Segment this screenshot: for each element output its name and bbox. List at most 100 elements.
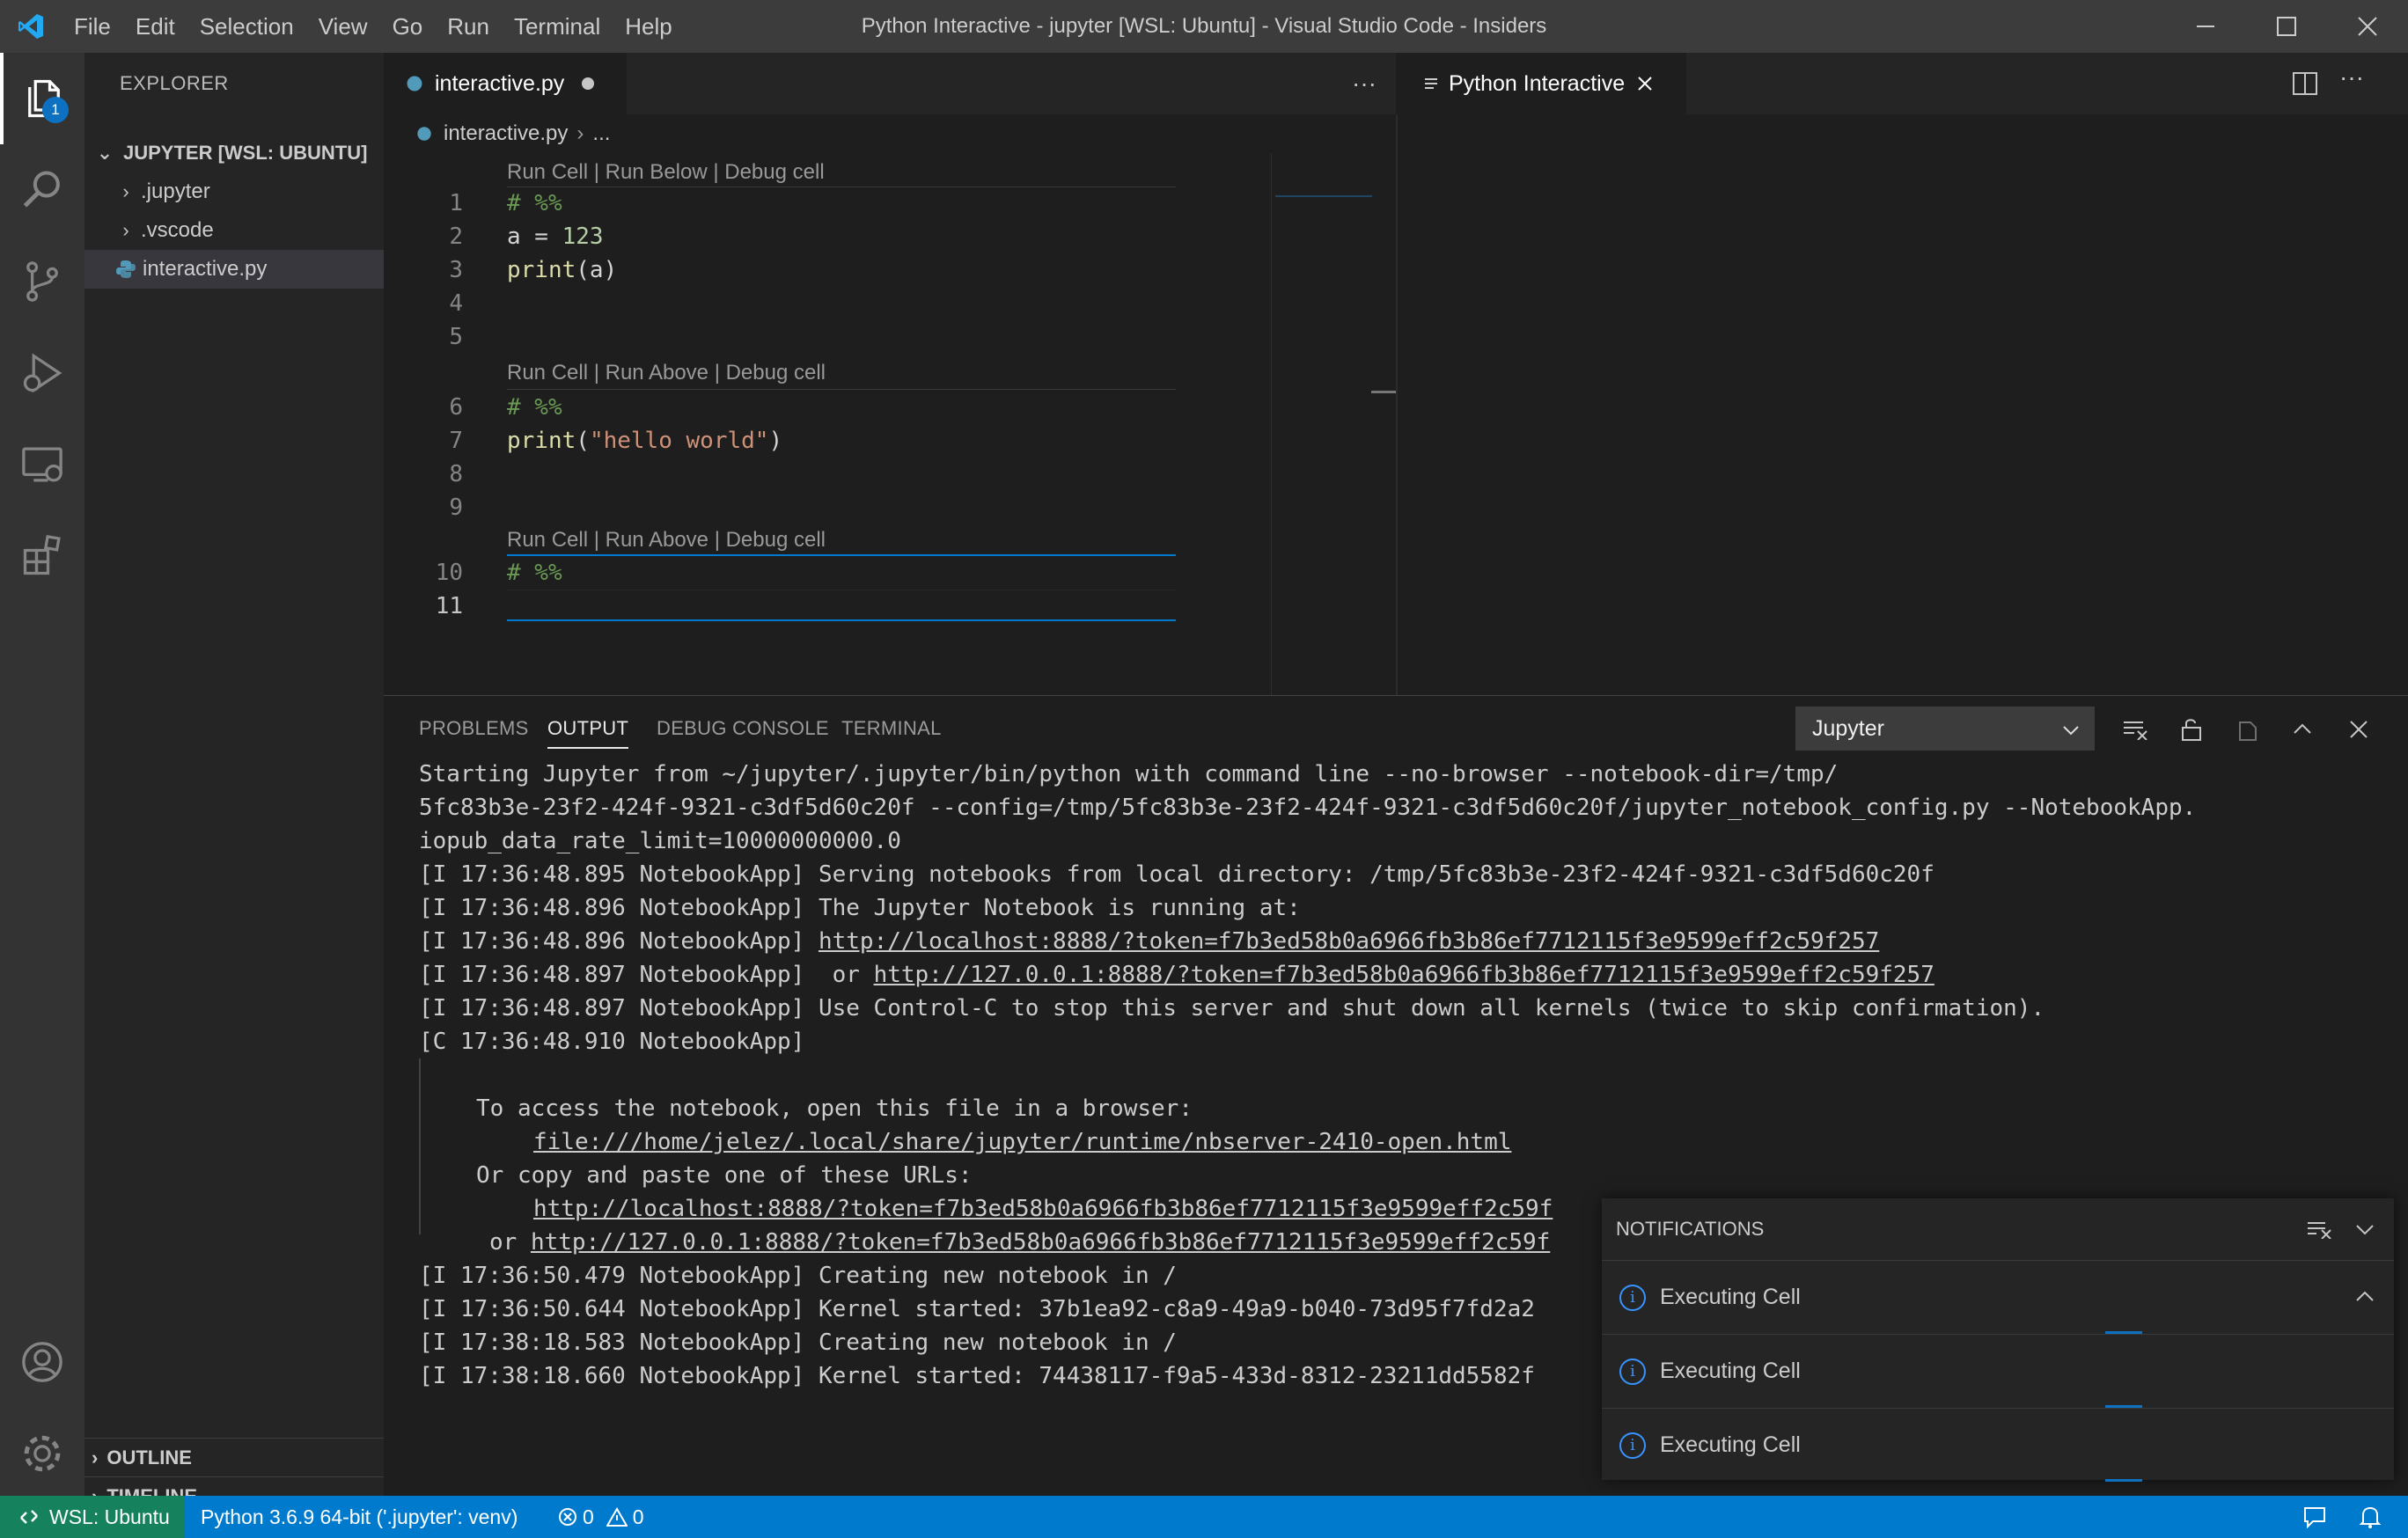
extensions-view-button[interactable] bbox=[0, 510, 84, 602]
tab-output[interactable]: OUTPUT bbox=[547, 717, 629, 749]
source-control-view-button[interactable] bbox=[0, 236, 84, 327]
list-icon bbox=[1425, 78, 1437, 89]
chevron-right-icon: › bbox=[122, 219, 129, 241]
minimap[interactable] bbox=[1271, 153, 1377, 695]
chevron-down-icon: ⌄ bbox=[96, 142, 114, 164]
code-lens-cell-3[interactable]: Run Cell | Run Above | Debug cell bbox=[507, 524, 826, 556]
chevron-up-icon[interactable] bbox=[2355, 1287, 2375, 1307]
log-link[interactable]: http://127.0.0.1:8888/?token=f7b3ed58b0a… bbox=[874, 962, 1934, 988]
close-panel-button[interactable] bbox=[2338, 708, 2380, 751]
editor-tab-bar: interactive.py ··· bbox=[384, 53, 1396, 114]
run-debug-icon bbox=[23, 353, 62, 393]
menu-selection[interactable]: Selection bbox=[187, 13, 306, 40]
maximize-button[interactable] bbox=[2246, 0, 2327, 53]
log-link[interactable]: http://localhost:8888/?token=f7b3ed58b0a… bbox=[819, 928, 1879, 955]
log-link[interactable]: file:///home/jelez/.local/share/jupyter/… bbox=[533, 1129, 1511, 1155]
clear-output-button[interactable] bbox=[2114, 708, 2156, 751]
code-lens-cell-2[interactable]: Run Cell | Run Above | Debug cell bbox=[507, 357, 826, 389]
clear-all-notifications-icon[interactable] bbox=[2306, 1219, 2332, 1239]
outline-section-header[interactable]: › OUTLINE bbox=[84, 1438, 384, 1476]
scrollbar-thumb[interactable] bbox=[1371, 391, 1396, 393]
editor-more-actions-button[interactable]: ··· bbox=[1334, 53, 1394, 114]
output-channel-select[interactable]: Jupyter bbox=[1795, 707, 2095, 751]
indent-guide bbox=[419, 1058, 421, 1234]
notifications-button[interactable] bbox=[2359, 1496, 2382, 1538]
info-icon: i bbox=[1619, 1358, 1646, 1385]
interactive-tab-bar: Python Interactive ··· bbox=[1396, 53, 2408, 114]
log-line: file:///home/jelez/.local/share/jupyter/… bbox=[419, 1125, 2408, 1159]
notifications-header: NOTIFICATIONS bbox=[1602, 1198, 2394, 1260]
log-line: Or copy and paste one of these URLs: bbox=[476, 1162, 973, 1189]
python-interpreter-selector[interactable]: Python 3.6.9 64-bit ('.jupyter': venv) bbox=[201, 1496, 518, 1538]
chevron-right-icon: › bbox=[576, 121, 584, 145]
minimize-icon bbox=[2197, 26, 2214, 27]
interactive-more-actions-button[interactable]: ··· bbox=[2339, 63, 2364, 92]
chevron-right-icon: › bbox=[92, 1446, 99, 1468]
python-file-icon bbox=[116, 260, 136, 278]
close-icon[interactable] bbox=[1637, 76, 1653, 92]
feedback-button[interactable] bbox=[2302, 1496, 2327, 1538]
explorer-sidebar: EXPLORER ⌄ JUPYTER [WSL: UBUNTU] › .jupy… bbox=[84, 53, 384, 1507]
close-window-button[interactable] bbox=[2327, 0, 2408, 53]
run-debug-view-button[interactable] bbox=[0, 327, 84, 419]
breadcrumb-file[interactable]: interactive.py bbox=[444, 121, 568, 146]
split-editor-icon bbox=[2293, 72, 2317, 95]
maximize-icon bbox=[2277, 17, 2296, 36]
extensions-icon bbox=[23, 534, 61, 575]
split-editor-button[interactable] bbox=[2292, 70, 2320, 99]
status-bar: WSL: Ubuntu Python 3.6.9 64-bit ('.jupyt… bbox=[0, 1496, 2408, 1538]
menu-help[interactable]: Help bbox=[613, 13, 684, 40]
menu-file[interactable]: File bbox=[62, 13, 123, 40]
tab-debug-console[interactable]: DEBUG CONSOLE bbox=[657, 717, 829, 740]
tree-item-interactive-py[interactable]: interactive.py bbox=[84, 250, 384, 289]
tab-terminal[interactable]: TERMINAL bbox=[841, 717, 942, 740]
tree-item-vscode-folder[interactable]: › .vscode bbox=[84, 211, 384, 250]
minimize-button[interactable] bbox=[2165, 0, 2246, 53]
open-log-button[interactable] bbox=[2227, 708, 2269, 751]
line-number: 3 bbox=[449, 257, 463, 283]
bell-icon bbox=[2359, 1506, 2382, 1528]
code-line-10: # %% bbox=[507, 560, 562, 586]
line-number: 7 bbox=[449, 428, 463, 454]
menu-go[interactable]: Go bbox=[380, 13, 436, 40]
notification-item[interactable]: i Executing Cell bbox=[1602, 1334, 2394, 1408]
search-icon bbox=[23, 171, 60, 208]
notification-item[interactable]: i Executing Cell bbox=[1602, 1260, 2394, 1334]
line-number: 11 bbox=[435, 593, 463, 619]
accounts-button[interactable] bbox=[0, 1316, 84, 1408]
manage-button[interactable] bbox=[0, 1408, 84, 1499]
explorer-view-button[interactable]: 1 bbox=[0, 53, 84, 144]
line-number: 9 bbox=[449, 494, 463, 521]
tree-item-jupyter-folder[interactable]: › .jupyter bbox=[84, 172, 384, 211]
log-link[interactable]: http://localhost:8888/?token=f7b3ed58b0a… bbox=[533, 1196, 1553, 1222]
log-line: 5fc83b3e-23f2-424f-9321-c3df5d60c20f --c… bbox=[419, 795, 2197, 821]
search-view-button[interactable] bbox=[0, 144, 84, 236]
menu-edit[interactable]: Edit bbox=[123, 13, 187, 40]
maximize-panel-button[interactable] bbox=[2281, 708, 2324, 751]
log-link[interactable]: http://127.0.0.1:8888/?token=f7b3ed58b0a… bbox=[531, 1229, 1550, 1256]
code-editor[interactable]: Run Cell | Run Below | Debug cell 1 # %%… bbox=[384, 153, 1396, 695]
notifications-center: NOTIFICATIONS i Executing Cell i Executi… bbox=[1602, 1198, 2394, 1482]
line-number: 8 bbox=[449, 461, 463, 487]
breadcrumb-symbols[interactable]: ... bbox=[592, 121, 610, 146]
notification-item[interactable]: i Executing Cell bbox=[1602, 1408, 2394, 1482]
python-file-icon bbox=[407, 76, 422, 92]
workspace-root[interactable]: ⌄ JUPYTER [WSL: UBUNTU] bbox=[84, 134, 384, 172]
menu-view[interactable]: View bbox=[306, 13, 380, 40]
code-lens-cell-1[interactable]: Run Cell | Run Below | Debug cell bbox=[507, 157, 825, 188]
title-bar: File Edit Selection View Go Run Terminal… bbox=[0, 0, 2408, 53]
lock-scroll-button[interactable] bbox=[2170, 708, 2213, 751]
chevron-down-icon[interactable] bbox=[2355, 1219, 2375, 1239]
tab-problems[interactable]: PROBLEMS bbox=[419, 717, 529, 740]
problems-indicator[interactable]: 0 0 bbox=[558, 1496, 644, 1538]
menu-terminal[interactable]: Terminal bbox=[502, 13, 613, 40]
remote-indicator[interactable]: WSL: Ubuntu bbox=[0, 1496, 185, 1538]
source-control-icon bbox=[26, 261, 58, 302]
remote-explorer-view-button[interactable] bbox=[0, 419, 84, 510]
warning-icon bbox=[606, 1507, 628, 1527]
menu-run[interactable]: Run bbox=[435, 13, 502, 40]
minimap-slider[interactable] bbox=[1275, 155, 1372, 197]
unsaved-dot-icon[interactable] bbox=[582, 77, 595, 90]
tab-python-interactive[interactable]: Python Interactive bbox=[1396, 53, 1686, 114]
tab-interactive-py[interactable]: interactive.py bbox=[384, 53, 627, 114]
